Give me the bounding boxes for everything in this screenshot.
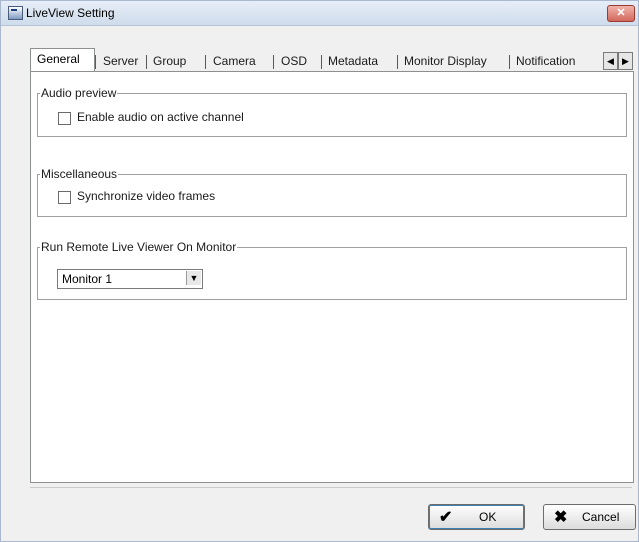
tab-separator bbox=[397, 55, 398, 69]
chevron-down-icon[interactable]: ▼ bbox=[186, 271, 201, 285]
window-title: LiveView Setting bbox=[26, 6, 115, 20]
monitor-select[interactable]: Monitor 1 ▼ bbox=[57, 269, 203, 289]
title-bar[interactable]: LiveView Setting ✕ bbox=[1, 1, 638, 26]
ok-button-label: OK bbox=[479, 510, 497, 524]
tab-separator bbox=[95, 55, 96, 69]
tab-server[interactable]: Server bbox=[103, 51, 138, 71]
synchronize-frames-label[interactable]: Synchronize video frames bbox=[77, 189, 215, 203]
tab-separator bbox=[509, 55, 510, 69]
cancel-button-label: Cancel bbox=[582, 510, 620, 524]
enable-audio-label[interactable]: Enable audio on active channel bbox=[77, 110, 244, 124]
tab-strip: Server Group Camera OSD Metadata Monitor… bbox=[28, 49, 639, 72]
synchronize-frames-checkbox[interactable] bbox=[58, 191, 71, 204]
tab-separator bbox=[205, 55, 206, 69]
ok-button[interactable]: ✔ OK bbox=[428, 504, 525, 530]
monitor-select-value: Monitor 1 bbox=[62, 272, 113, 286]
tab-separator bbox=[321, 55, 322, 69]
audio-preview-legend: Audio preview bbox=[41, 86, 117, 100]
tab-scroll-right-button[interactable]: ▶ bbox=[618, 52, 633, 70]
tab-separator bbox=[146, 55, 147, 69]
cancel-button[interactable]: ✖ Cancel bbox=[543, 504, 636, 530]
tab-scroll-left-button[interactable]: ◀ bbox=[603, 52, 618, 70]
tab-separator bbox=[273, 55, 274, 69]
tab-notification[interactable]: Notification bbox=[516, 51, 575, 71]
remote-live-viewer-legend: Run Remote Live Viewer On Monitor bbox=[41, 240, 237, 254]
miscellaneous-legend: Miscellaneous bbox=[41, 167, 118, 181]
tab-monitor-display[interactable]: Monitor Display bbox=[404, 51, 487, 71]
tab-metadata[interactable]: Metadata bbox=[328, 51, 378, 71]
x-icon: ✖ bbox=[554, 509, 568, 526]
tab-panel-general: Audio preview Enable audio on active cha… bbox=[30, 71, 634, 483]
footer-divider bbox=[30, 487, 632, 488]
app-icon bbox=[8, 6, 23, 20]
dialog-window: LiveView Setting ✕ General Server Group … bbox=[0, 0, 639, 542]
checkmark-icon: ✔ bbox=[439, 509, 453, 526]
close-button[interactable]: ✕ bbox=[607, 5, 635, 22]
tab-camera[interactable]: Camera bbox=[213, 51, 256, 71]
tab-group[interactable]: Group bbox=[153, 51, 186, 71]
enable-audio-checkbox[interactable] bbox=[58, 112, 71, 125]
tab-osd[interactable]: OSD bbox=[281, 51, 307, 71]
